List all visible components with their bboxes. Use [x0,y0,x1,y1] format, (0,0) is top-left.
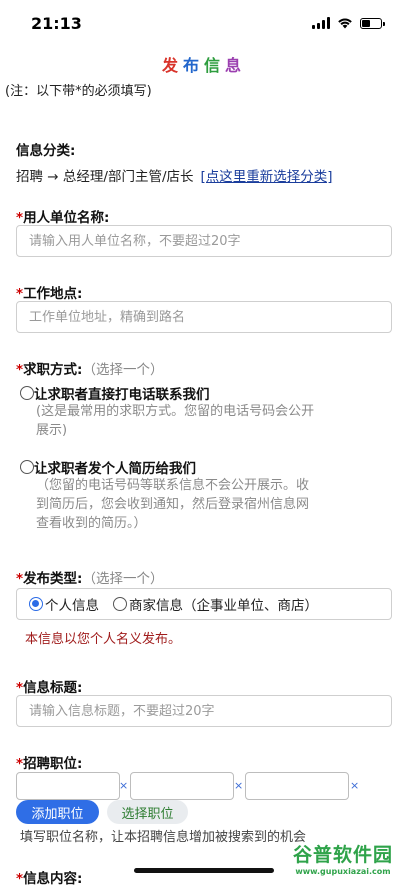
title-char: 息 [225,56,247,75]
work-location-input[interactable] [16,301,392,333]
remove-position-3-icon[interactable]: × [350,779,359,792]
employer-label: *用人单位名称: [16,206,109,226]
desc-line: （您留的电话号码等联系信息不会公开展示。收 [36,478,310,493]
publish-type-box: 个人信息 商家信息（企事业单位、商店） [16,588,392,620]
apply-phone-desc: (这是最常用的求职方式。您留的电话号码会公开 展示) [36,402,314,440]
location-label: *工作地点: [16,282,82,302]
apply-phone-option[interactable]: 让求职者直接打电话联系我们 [20,383,210,403]
content-label: *信息内容: [16,867,82,887]
remove-position-2-icon[interactable]: × [234,779,243,792]
home-indicator [134,868,274,873]
info-title-label-text: 信息标题: [23,680,83,696]
site-watermark: 谷普软件园 www.gupuxiazai.com [284,840,402,880]
status-time: 21:13 [31,14,82,33]
desc-line: 展示) [36,423,68,438]
desc-line: (这是最常用的求职方式。您留的电话号码会公开 [36,404,315,419]
reselect-category-link[interactable]: [点这里重新选择分类] [201,169,333,185]
watermark-main: 谷普软件园 [292,844,393,866]
page-title: 发布信息 [0,52,408,76]
required-note: (注：以下带*的必须填写) [5,84,152,99]
publish-type-notice: 本信息以您个人名义发布。 [25,632,182,647]
position-input-3[interactable] [245,772,349,800]
apply-resume-option[interactable]: 让求职者发个人简历给我们 [20,457,196,477]
info-title-label: *信息标题: [16,676,82,696]
publish-type-business-radio[interactable] [113,597,127,611]
add-position-button[interactable]: 添加职位 [16,800,99,824]
required-mark: * [16,571,24,587]
desc-line: 到简历后，您会收到通知，然后登录宿州信息网 [36,497,310,512]
apply-method-hint: （选择一个） [82,362,164,378]
required-mark: * [16,756,24,772]
apply-phone-label: 让求职者直接打电话联系我们 [34,387,210,403]
position-input-2[interactable] [130,772,234,800]
desc-line: 查看收到的简历。） [36,516,147,531]
battery-icon [360,17,385,29]
positions-hint: 填写职位名称，让本招聘信息增加被搜索到的机会 [20,830,307,845]
title-char: 信 [204,56,226,75]
publish-type-personal-radio[interactable] [29,597,43,611]
remove-position-1-icon[interactable]: × [119,779,128,792]
apply-resume-radio[interactable] [20,460,34,474]
content-label-text: 信息内容: [23,871,83,887]
apply-method-label-text: 求职方式: [23,362,83,378]
apply-resume-desc: （您留的电话号码等联系信息不会公开展示。收 到简历后，您会收到通知，然后登录宿州… [36,476,309,533]
publish-type-personal-label: 个人信息 [45,598,99,614]
required-mark: * [16,362,24,378]
publish-type-business[interactable]: 商家信息（企事业单位、商店） [113,594,318,614]
required-mark: * [16,210,24,226]
publish-type-hint: （选择一个） [82,571,164,587]
apply-resume-label: 让求职者发个人简历给我们 [34,461,196,477]
required-mark: * [16,871,24,887]
publish-type-business-label: 商家信息（企事业单位、商店） [129,598,318,614]
category-label: 信息分类: [16,143,76,159]
positions-label: *招聘职位: [16,752,82,772]
apply-phone-radio[interactable] [20,386,34,400]
employer-name-input[interactable] [16,225,392,257]
category-path: 招聘 → 总经理/部门主管/店长 [16,169,194,185]
required-mark: * [16,680,24,696]
watermark-sub: www.gupuxiazai.com [295,867,391,876]
info-title-input[interactable] [16,695,392,727]
wifi-icon [338,18,352,29]
positions-label-text: 招聘职位: [23,756,83,772]
required-mark: * [16,286,24,302]
position-input-1[interactable] [16,772,120,800]
title-char: 布 [182,56,204,75]
location-label-text: 工作地点: [23,286,83,302]
publish-type-personal[interactable]: 个人信息 [29,594,99,614]
cellular-signal-icon [312,17,330,29]
title-char: 发 [161,56,183,75]
apply-method-label: *求职方式:（选择一个） [16,358,163,378]
publish-type-label-text: 发布类型: [23,571,83,587]
publish-type-label: *发布类型:（选择一个） [16,567,163,587]
employer-label-text: 用人单位名称: [23,210,110,226]
status-icons [312,17,385,29]
status-bar: 21:13 [0,0,408,48]
select-position-button[interactable]: 选择职位 [107,800,188,824]
category-line: 招聘 → 总经理/部门主管/店长 [点这里重新选择分类] [16,165,333,185]
